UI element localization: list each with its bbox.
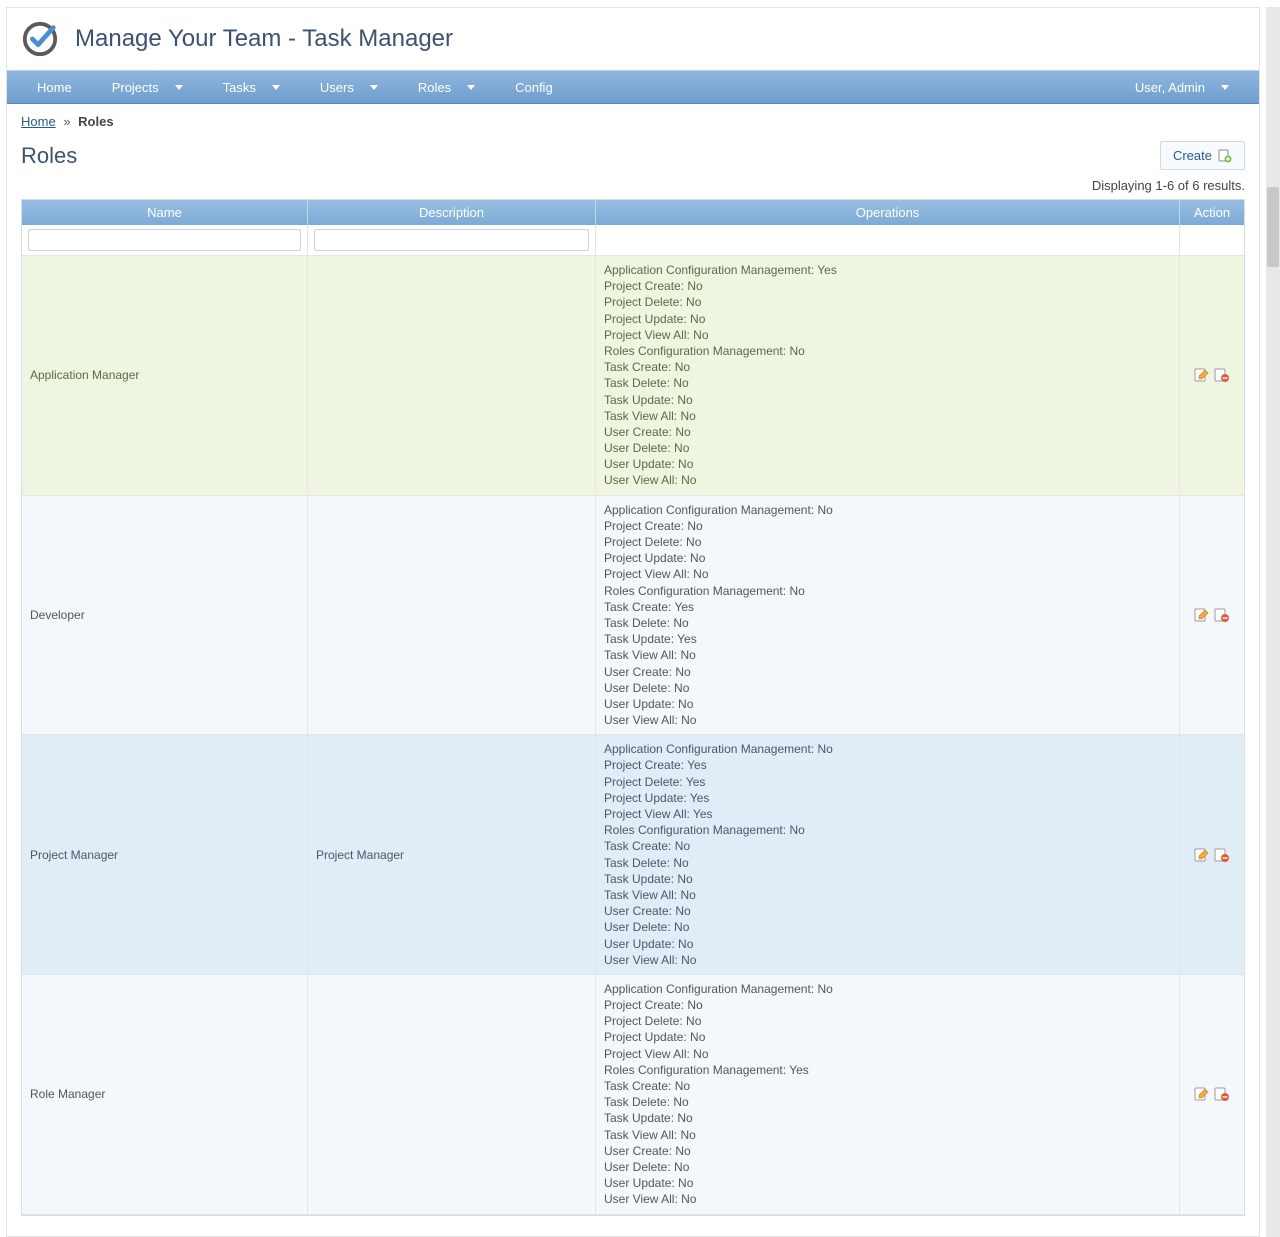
chevron-down-icon [175,85,183,90]
breadcrumb-home-link[interactable]: Home [21,114,56,129]
edit-icon[interactable] [1194,847,1210,863]
create-button[interactable]: Create [1160,141,1245,170]
cell-name: Role Manager [22,975,308,1215]
app-logo-icon [21,20,59,58]
breadcrumb-separator: » [59,114,74,129]
cell-operations: Application Configuration Management: No… [596,496,1180,736]
breadcrumb: Home » Roles [7,104,1259,137]
cell-description [308,496,596,736]
cell-action [1180,256,1244,496]
nav-item-tasks[interactable]: Tasks [203,72,300,103]
col-header-action: Action [1180,200,1244,225]
nav-user-menu[interactable]: User, Admin [1115,72,1249,103]
navbar: Home Projects Tasks Users Roles Config User, … [7,70,1259,104]
col-header-description[interactable]: Description [308,200,596,225]
delete-icon[interactable] [1214,1086,1230,1102]
scrollbar-thumb[interactable] [1267,187,1279,267]
table-row: Role Manager Application Configuration Ma… [22,975,1244,1215]
edit-icon[interactable] [1194,1086,1210,1102]
delete-icon[interactable] [1214,607,1230,623]
roles-table: Name Description Operations Action Appli… [21,199,1245,1216]
header: Manage Your Team - Task Manager [7,8,1259,70]
table-row: Application Manager Application Configura… [22,256,1244,496]
cell-operations: Application Configuration Management: No… [596,975,1180,1215]
nav-item-label: Projects [112,80,159,95]
filter-name-input[interactable] [28,229,301,251]
page-title: Roles [21,143,77,169]
nav-item-roles[interactable]: Roles [398,72,495,103]
cell-operations: Application Configuration Management: Ye… [596,256,1180,496]
breadcrumb-current: Roles [78,114,113,129]
chevron-down-icon [272,85,280,90]
chevron-down-icon [370,85,378,90]
col-header-operations[interactable]: Operations [596,200,1180,225]
filter-description-input[interactable] [314,229,589,251]
chevron-down-icon [1221,85,1229,90]
col-header-name[interactable]: Name [22,200,308,225]
cell-name: Developer [22,496,308,736]
nav-item-home[interactable]: Home [17,72,92,103]
nav-item-config[interactable]: Config [495,72,573,103]
table-row: Project ManagerProject ManagerApplicatio… [22,735,1244,975]
result-count: Displaying 1-6 of 6 results. [7,174,1259,199]
cell-operations: Application Configuration Management: No… [596,735,1180,975]
nav-item-projects[interactable]: Projects [92,72,203,103]
cell-name: Application Manager [22,256,308,496]
cell-action [1180,975,1244,1215]
nav-item-label: Tasks [223,80,256,95]
delete-icon[interactable] [1214,367,1230,383]
cell-name: Project Manager [22,735,308,975]
app-title: Manage Your Team - Task Manager [75,25,453,53]
cell-description: Project Manager [308,735,596,975]
cell-description [308,256,596,496]
cell-action [1180,496,1244,736]
create-button-label: Create [1173,148,1212,163]
table-row: Developer Application Configuration Manag… [22,496,1244,736]
add-document-icon [1218,149,1232,163]
edit-icon[interactable] [1194,607,1210,623]
delete-icon[interactable] [1214,847,1230,863]
nav-user-label: User, Admin [1135,80,1205,95]
nav-item-label: Home [37,80,72,95]
cell-description [308,975,596,1215]
nav-item-users[interactable]: Users [300,72,398,103]
nav-item-label: Users [320,80,354,95]
edit-icon[interactable] [1194,367,1210,383]
cell-action [1180,735,1244,975]
chevron-down-icon [467,85,475,90]
nav-item-label: Config [515,80,553,95]
nav-item-label: Roles [418,80,451,95]
